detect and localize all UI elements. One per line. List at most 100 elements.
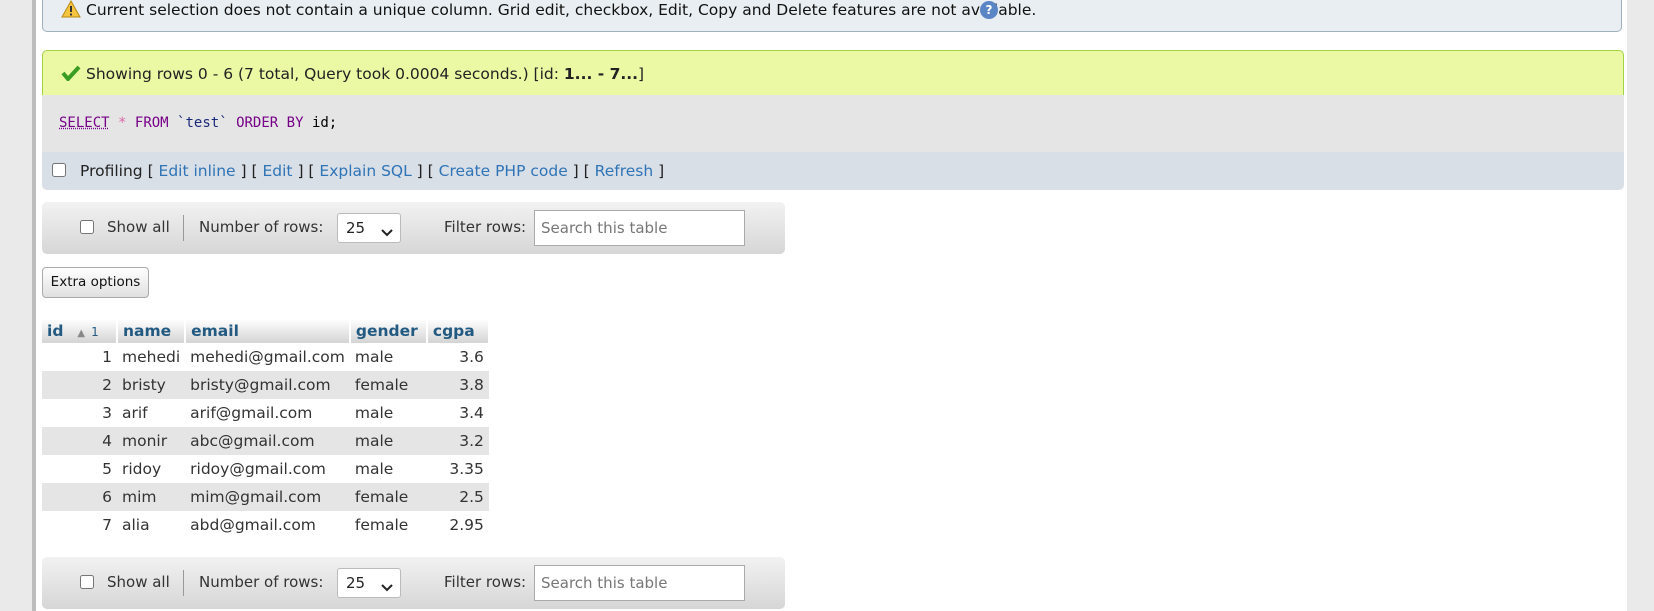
table-row: 6 mim mim@gmail.com female 2.5	[42, 483, 489, 511]
table-row: 4 monir abc@gmail.com male 3.2	[42, 427, 489, 455]
result-id-range: 1... - 7...	[563, 65, 639, 83]
warning-message: Current selection does not contain a uni…	[42, 0, 1622, 32]
table-row: 2 bristy bristy@gmail.com female 3.8	[42, 371, 489, 399]
cell-cgpa: 3.8	[426, 371, 489, 399]
cell-id: 7	[42, 511, 117, 539]
table-navigation-bottom: Show all Number of rows: 25 Filter rows:…	[42, 557, 785, 609]
table-navigation-top: Show all Number of rows: 25 Filter rows:…	[42, 202, 785, 254]
cell-gender: female	[349, 371, 427, 399]
sql-column: id;	[311, 115, 338, 131]
result-summary-suffix: ]	[638, 65, 645, 83]
cell-cgpa: 2.95	[426, 511, 489, 539]
cell-name: mehedi	[117, 343, 186, 371]
sort-ascending-icon: ▲	[77, 328, 86, 339]
number-of-rows-value: 25	[346, 219, 366, 237]
help-icon[interactable]: ?	[980, 1, 998, 19]
divider	[183, 570, 184, 596]
cell-name: monir	[117, 427, 186, 455]
warning-icon	[61, 0, 81, 22]
left-panel-edge	[0, 0, 36, 611]
cell-gender: male	[349, 455, 427, 483]
cell-email: arif@gmail.com	[185, 399, 350, 427]
cell-id: 6	[42, 483, 117, 511]
column-gender-label[interactable]: gender	[356, 322, 418, 340]
edit-link[interactable]: Edit	[262, 162, 292, 180]
cell-gender: male	[349, 399, 427, 427]
number-of-rows-label-bottom: Number of rows:	[199, 573, 324, 591]
filter-rows-label-bottom: Filter rows:	[444, 573, 527, 591]
filter-rows-label: Filter rows:	[444, 218, 527, 236]
result-summary-prefix: Showing rows 0 - 6 (7 total, Query took …	[86, 65, 564, 83]
cell-cgpa: 3.6	[426, 343, 489, 371]
refresh-link[interactable]: Refresh	[595, 162, 654, 180]
show-all-label[interactable]: Show all	[107, 218, 170, 236]
sql-table-name: `test`	[177, 115, 228, 131]
profiling-bar: Profiling [ Edit inline ] [ Edit ] [ Exp…	[42, 152, 1624, 190]
cell-id: 1	[42, 343, 117, 371]
result-summary: Showing rows 0 - 6 (7 total, Query took …	[86, 65, 644, 83]
table-header-row: id ▲ 1 name email gender cgpa	[42, 319, 490, 343]
cell-cgpa: 3.35	[426, 455, 489, 483]
cell-id: 5	[42, 455, 117, 483]
number-of-rows-value-bottom: 25	[346, 574, 366, 592]
cell-email: bristy@gmail.com	[185, 371, 350, 399]
sql-star: *	[118, 115, 127, 131]
column-header-cgpa[interactable]: cgpa	[426, 319, 490, 343]
cell-name: arif	[117, 399, 186, 427]
column-name-label[interactable]: name	[123, 322, 171, 340]
number-of-rows-label: Number of rows:	[199, 218, 324, 236]
cell-email: ridoy@gmail.com	[185, 455, 350, 483]
divider	[183, 215, 184, 241]
chevron-down-icon	[381, 223, 393, 241]
cell-email: abd@gmail.com	[185, 511, 350, 539]
checkmark-icon	[61, 65, 81, 85]
chevron-down-icon	[381, 578, 393, 596]
results-table: id ▲ 1 name email gender cgpa 1 mehedi mehed…	[42, 319, 490, 539]
table-row: 1 mehedi mehedi@gmail.com male 3.6	[42, 343, 489, 371]
cell-email: mim@gmail.com	[185, 483, 350, 511]
column-id-label[interactable]: id	[47, 322, 63, 340]
cell-name: ridoy	[117, 455, 186, 483]
column-cgpa-label[interactable]: cgpa	[433, 322, 475, 340]
column-email-label[interactable]: email	[191, 322, 239, 340]
cell-gender: male	[349, 343, 427, 371]
create-php-code-link[interactable]: Create PHP code	[439, 162, 568, 180]
number-of-rows-select-bottom[interactable]: 25	[337, 568, 401, 598]
cell-gender: male	[349, 427, 427, 455]
sql-keyword-order-by: ORDER BY	[236, 115, 304, 131]
cell-name: bristy	[117, 371, 186, 399]
extra-options-button[interactable]: Extra options	[42, 267, 149, 298]
sql-keyword-select[interactable]: SELECT	[59, 115, 110, 131]
explain-sql-link[interactable]: Explain SQL	[319, 162, 411, 180]
cell-gender: female	[349, 483, 427, 511]
show-all-checkbox[interactable]	[80, 220, 94, 234]
profiling-checkbox[interactable]	[52, 163, 66, 177]
filter-rows-input[interactable]: Search this table	[534, 210, 745, 246]
column-header-email[interactable]: email	[185, 319, 351, 343]
warning-text: Current selection does not contain a uni…	[86, 1, 1037, 19]
cell-id: 3	[42, 399, 117, 427]
show-all-label-bottom[interactable]: Show all	[107, 573, 170, 591]
column-header-name[interactable]: name	[117, 319, 187, 343]
profiling-links: Profiling [ Edit inline ] [ Edit ] [ Exp…	[80, 162, 665, 180]
filter-rows-placeholder-bottom: Search this table	[541, 574, 668, 592]
cell-name: alia	[117, 511, 186, 539]
right-margin	[1627, 0, 1654, 611]
show-all-checkbox-bottom[interactable]	[80, 575, 94, 589]
column-header-gender[interactable]: gender	[349, 319, 428, 343]
table-row: 7 alia abd@gmail.com female 2.95	[42, 511, 489, 539]
cell-id: 4	[42, 427, 117, 455]
number-of-rows-select[interactable]: 25	[337, 213, 401, 243]
sql-keyword-from: FROM	[134, 115, 169, 131]
cell-name: mim	[117, 483, 186, 511]
edit-inline-link[interactable]: Edit inline	[159, 162, 236, 180]
cell-cgpa: 3.4	[426, 399, 489, 427]
table-row: 3 arif arif@gmail.com male 3.4	[42, 399, 489, 427]
sql-query-box: SELECT * FROM `test` ORDER BY id;	[42, 95, 1624, 152]
table-row: 5 ridoy ridoy@gmail.com male 3.35	[42, 455, 489, 483]
cell-cgpa: 2.5	[426, 483, 489, 511]
cell-gender: female	[349, 511, 427, 539]
column-header-id[interactable]: id ▲ 1	[42, 319, 118, 343]
sort-order-index: 1	[91, 325, 99, 339]
filter-rows-input-bottom[interactable]: Search this table	[534, 565, 745, 601]
